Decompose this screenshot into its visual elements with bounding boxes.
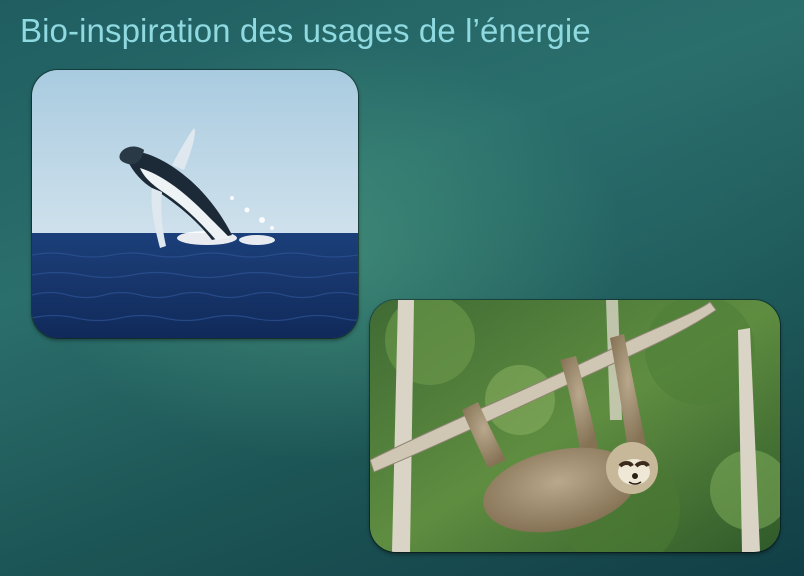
slide-title: Bio-inspiration des usages de l’énergie [20,12,591,49]
sloth-illustration [370,300,780,552]
whale-photo [32,70,358,338]
sloth-photo [370,300,780,552]
whale-illustration [32,70,358,338]
